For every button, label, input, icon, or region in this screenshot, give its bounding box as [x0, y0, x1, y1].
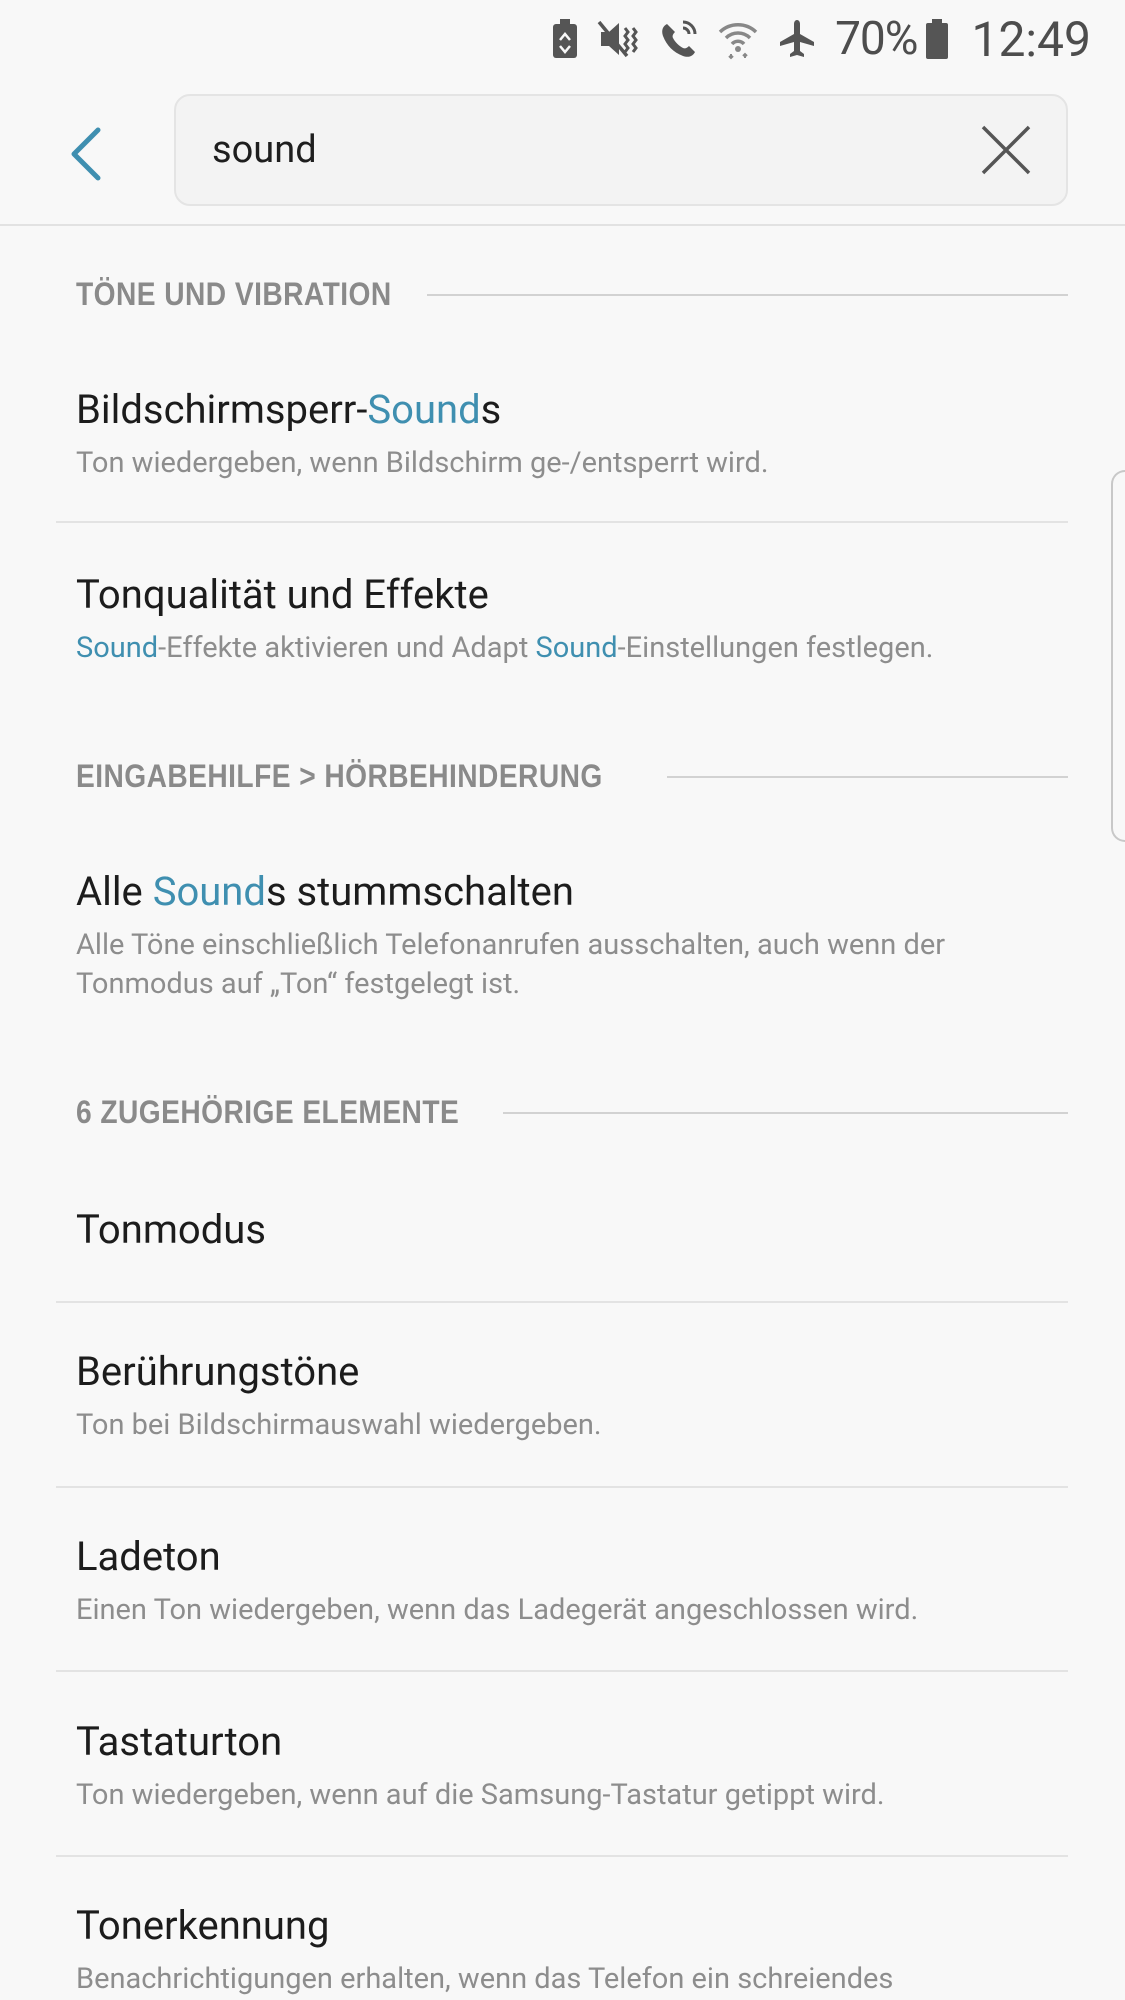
section-header: EINGABEHILFE > HÖRBEHINDERUNG: [76, 758, 1068, 795]
result-item-sound-mode[interactable]: Tonmodus: [56, 1186, 1068, 1296]
item-title: Tonmodus: [76, 1206, 266, 1253]
item-title: Tonqualität und Effekte: [76, 571, 489, 618]
airplane-icon: [777, 18, 817, 60]
chevron-left-icon: [71, 127, 101, 181]
vibrate-mute-icon: [597, 18, 641, 60]
wifi-call-icon: [659, 18, 699, 60]
section-header: 6 ZUGEHÖRIGE ELEMENTE: [76, 1094, 1068, 1131]
result-item-sound-quality[interactable]: Tonqualität und Effekte Sound-Effekte ak…: [56, 551, 1068, 671]
item-title: Tonerkennung: [76, 1902, 330, 1949]
search-box: [174, 94, 1068, 206]
item-title: Tastaturton: [76, 1718, 283, 1765]
divider: [56, 1301, 1068, 1303]
item-subtitle: Alle Töne einschließlich Telefonanrufen …: [76, 928, 946, 1001]
section-divider: [426, 293, 1068, 296]
section-title: EINGABEHILFE > HÖRBEHINDERUNG: [76, 758, 603, 794]
section-divider: [666, 775, 1068, 778]
result-item-lockscreen-sounds[interactable]: Bildschirmsperr-Sounds Ton wiedergeben, …: [56, 366, 1068, 484]
item-subtitle: Sound-Effekte aktivieren und Adapt Sound…: [76, 631, 934, 665]
back-button[interactable]: [58, 118, 114, 190]
result-item-mute-all-sounds[interactable]: Alle Sounds stummschalten Alle Töne eins…: [56, 848, 1068, 1001]
battery-saver-icon: [551, 18, 579, 60]
divider: [56, 521, 1068, 523]
section-divider: [503, 1111, 1068, 1114]
section-title: 6 ZUGEHÖRIGE ELEMENTE: [76, 1094, 460, 1130]
divider: [56, 1855, 1068, 1857]
status-bar: 70% 12:49: [0, 0, 1125, 78]
item-subtitle: Benachrichtigungen erhalten, wenn das Te…: [76, 1962, 894, 1996]
clear-search-button[interactable]: [980, 124, 1032, 176]
item-title: Alle Sounds stummschalten: [76, 868, 574, 915]
result-item-charging-sound[interactable]: Ladeton Einen Ton wiedergeben, wenn das …: [56, 1513, 1068, 1653]
item-subtitle: Einen Ton wiedergeben, wenn das Ladegerä…: [76, 1593, 919, 1627]
section-header: TÖNE UND VIBRATION: [76, 276, 1068, 313]
item-subtitle: Ton wiedergeben, wenn Bildschirm ge-/ent…: [76, 446, 769, 480]
item-title: Berührungstöne: [76, 1348, 360, 1395]
item-title: Bildschirmsperr-Sounds: [76, 386, 502, 433]
divider: [56, 1670, 1068, 1672]
item-title: Ladeton: [76, 1533, 221, 1580]
search-input[interactable]: [212, 96, 912, 204]
wifi-icon: [717, 18, 759, 60]
divider: [56, 1486, 1068, 1488]
result-item-sound-detection[interactable]: Tonerkennung Benachrichtigungen erhalten…: [56, 1882, 1068, 2000]
search-header: [0, 78, 1125, 226]
result-item-touch-sounds[interactable]: Berührungstöne Ton bei Bildschirmauswahl…: [56, 1328, 1068, 1468]
item-subtitle: Ton wiedergeben, wenn auf die Samsung-Ta…: [76, 1778, 885, 1812]
scroll-handle[interactable]: [1111, 470, 1125, 842]
close-icon: [981, 125, 1031, 175]
section-title: TÖNE UND VIBRATION: [76, 276, 392, 312]
battery-percent: 70%: [835, 12, 918, 66]
result-item-keyboard-sound[interactable]: Tastaturton Ton wiedergeben, wenn auf di…: [56, 1698, 1068, 1838]
item-subtitle: Ton bei Bildschirmauswahl wiedergeben.: [76, 1408, 602, 1442]
battery-icon: [925, 18, 949, 60]
clock: 12:49: [971, 10, 1091, 68]
